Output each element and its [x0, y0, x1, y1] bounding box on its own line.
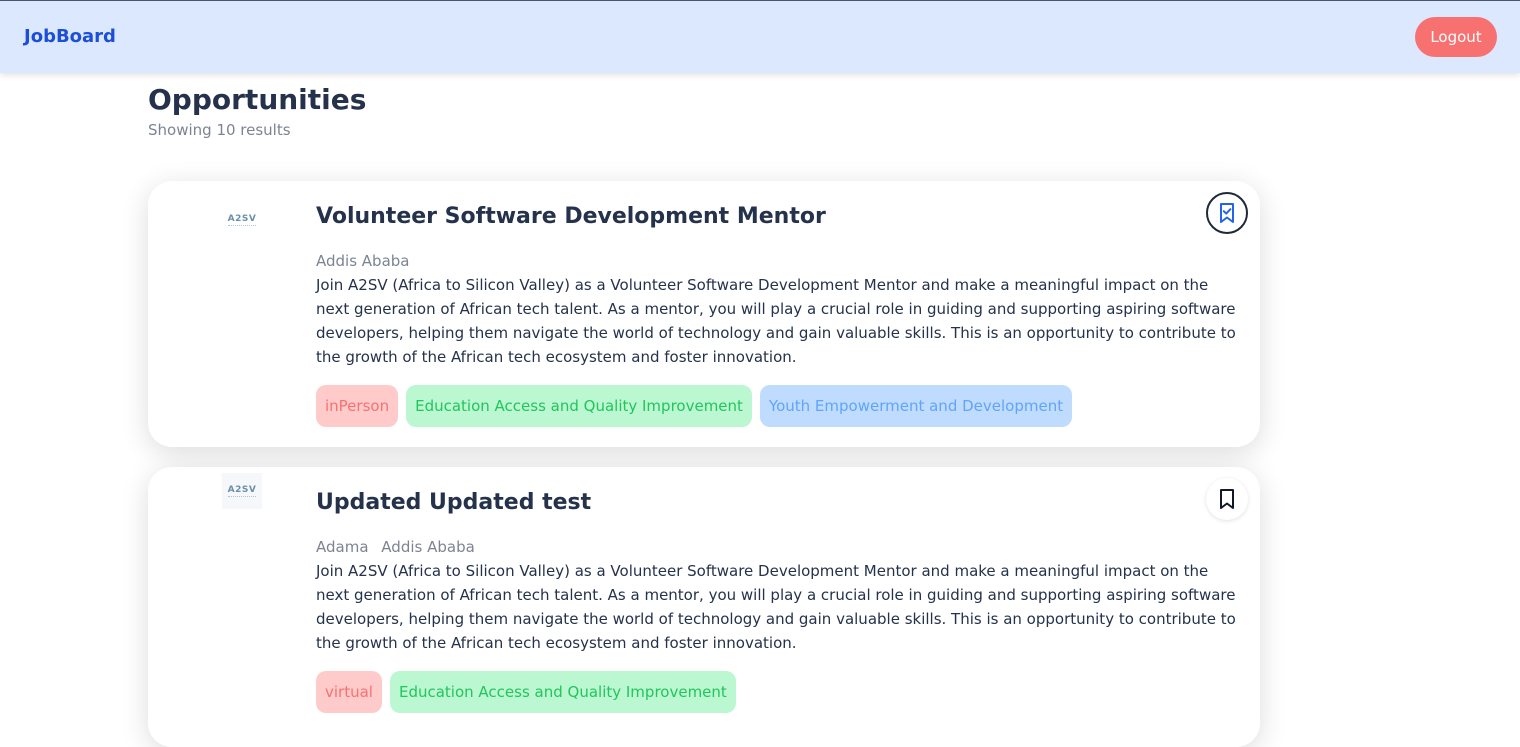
job-description: Join A2SV (Africa to Silicon Valley) as …: [316, 276, 1236, 366]
bookmark-button[interactable]: [1206, 192, 1248, 234]
company-logo-text: A2SV: [227, 485, 257, 497]
company-logo: A2SV: [222, 473, 262, 509]
location-item: Addis Ababa: [381, 538, 475, 556]
tag-op-type: virtual: [316, 671, 382, 713]
location-item: Addis Ababa: [316, 252, 410, 270]
company-logo: A2SV: [222, 202, 262, 238]
navbar: JobBoard Logout: [0, 0, 1520, 73]
result-count: Showing 10 results: [148, 121, 291, 139]
job-title[interactable]: Volunteer Software Development Mentor: [316, 203, 826, 231]
bookmark-icon: [1220, 489, 1234, 509]
job-location: Addis Ababa: [316, 251, 409, 271]
job-card[interactable]: A2SV Updated Updated test Adama Addis Ab…: [148, 467, 1260, 747]
company-logo-text: A2SV: [227, 214, 257, 226]
job-description: Join A2SV (Africa to Silicon Valley) as …: [316, 562, 1236, 652]
job-location: Adama Addis Ababa: [316, 537, 475, 557]
bookmark-button[interactable]: [1206, 478, 1248, 520]
logout-button[interactable]: Logout: [1415, 17, 1497, 57]
job-tags: virtual Education Access and Quality Imp…: [316, 671, 736, 713]
job-tags: inPerson Education Access and Quality Im…: [316, 385, 1073, 427]
bookmark-check-icon: [1220, 203, 1234, 223]
job-title[interactable]: Updated Updated test: [316, 489, 591, 517]
tag-category: Youth Empowerment and Development: [759, 385, 1073, 427]
tag-op-type: inPerson: [316, 385, 399, 427]
job-card[interactable]: A2SV Volunteer Software Development Ment…: [148, 181, 1260, 447]
brand-logo-text[interactable]: JobBoard: [24, 26, 116, 48]
location-item: Adama: [316, 538, 369, 556]
tag-category: Education Access and Quality Improvement: [389, 671, 736, 713]
tag-category: Education Access and Quality Improvement: [406, 385, 752, 427]
page-title: Opportunities: [148, 83, 367, 116]
